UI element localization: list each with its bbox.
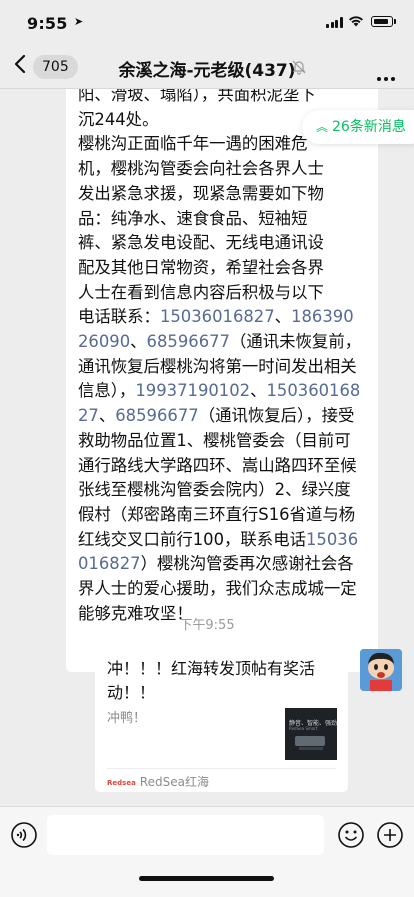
- source-name: RedSea红海: [139, 775, 209, 789]
- message-line: 品：纯净水、速食食品、短袖短: [78, 208, 308, 228]
- message-line: 裤、紧急发电设配、无线电通讯设: [78, 233, 324, 253]
- double-chevron-up-icon: ︽: [316, 120, 329, 134]
- card-description: 冲鸭！: [107, 711, 147, 726]
- bell-slash-icon: [292, 60, 306, 75]
- wifi-icon: [349, 16, 363, 27]
- plus-icon[interactable]: [376, 821, 404, 849]
- product-image: [295, 736, 325, 746]
- status-bar: 9:55 ➤: [0, 0, 414, 46]
- message-list[interactable]: 阳、滑坡、塌陷），共面积泥垄下 沉244处。 樱桃沟正面临千年一遇的困难危 机，…: [0, 89, 414, 806]
- battery-cap: [394, 19, 396, 24]
- chat-title: 余溪之海-元老级(437): [118, 61, 296, 81]
- card-divider: [107, 768, 336, 769]
- phone-link[interactable]: 68596677: [147, 332, 230, 351]
- cartoon-avatar-image: [360, 649, 402, 691]
- incoming-message-bubble[interactable]: 阳、滑坡、塌陷），共面积泥垄下 沉244处。 樱桃沟正面临千年一遇的困难危 机，…: [66, 89, 378, 672]
- source-logo: Redsea: [107, 779, 136, 787]
- new-messages-label: 26条新消息: [332, 119, 406, 135]
- phone-link[interactable]: 68596677: [115, 406, 198, 425]
- battery-icon: [371, 16, 393, 27]
- message-text: 阳、滑坡、塌陷），共面积泥垄下 沉244处。 樱桃沟正面临千年一遇的困难危 机，…: [78, 89, 364, 626]
- message-line: 沉244处。: [78, 109, 159, 129]
- status-time: 9:55: [27, 14, 68, 33]
- card-source: Redsea RedSea红海: [107, 773, 209, 790]
- message-line: 阳、滑坡、塌陷），共面积泥垄下: [78, 89, 316, 104]
- voice-icon[interactable]: [10, 821, 38, 849]
- thumbnail-subcaption: RedSea Smart: [289, 726, 318, 731]
- emoji-icon[interactable]: [337, 821, 365, 849]
- home-indicator: [139, 876, 274, 881]
- product-base: [299, 747, 323, 750]
- message-line: 机，樱桃沟管委会向社会各界人士: [78, 159, 324, 179]
- shared-link-card[interactable]: 冲！！！红海转发顶帖有奖活动！！ 冲鸭！ 静音、智能、强劲 RedSea Sma…: [95, 649, 348, 792]
- card-thumbnail: 静音、智能、强劲 RedSea Smart: [285, 708, 337, 760]
- more-dots-icon: [377, 77, 381, 81]
- message-line: 人士在看到信息内容后积极与以下: [78, 282, 324, 302]
- new-messages-pill[interactable]: ︽ 26条新消息: [302, 110, 414, 144]
- phone-link[interactable]: 19937190102: [135, 381, 250, 400]
- location-arrow-icon: ➤: [74, 15, 84, 28]
- more-button[interactable]: [377, 66, 398, 85]
- input-bar: [0, 806, 414, 897]
- phone-link[interactable]: 15036016827: [160, 307, 275, 326]
- chat-header: 705 余溪之海-元老级(437): [0, 46, 414, 89]
- avatar[interactable]: [360, 649, 402, 691]
- message-line: 樱桃沟正面临千年一遇的困难危: [78, 134, 308, 154]
- card-title: 冲！！！红海转发顶帖有奖活动！！: [107, 659, 316, 702]
- message-line: 配及其他日常物资，希望社会各界: [78, 257, 324, 277]
- message-input[interactable]: [47, 815, 324, 855]
- message-line: 电话联系：: [78, 307, 160, 327]
- cellular-signal-icon: [326, 17, 343, 28]
- message-line: 发出紧急求援，现紧急需要如下物: [78, 183, 324, 203]
- message-timestamp: 下午9:55: [179, 618, 235, 633]
